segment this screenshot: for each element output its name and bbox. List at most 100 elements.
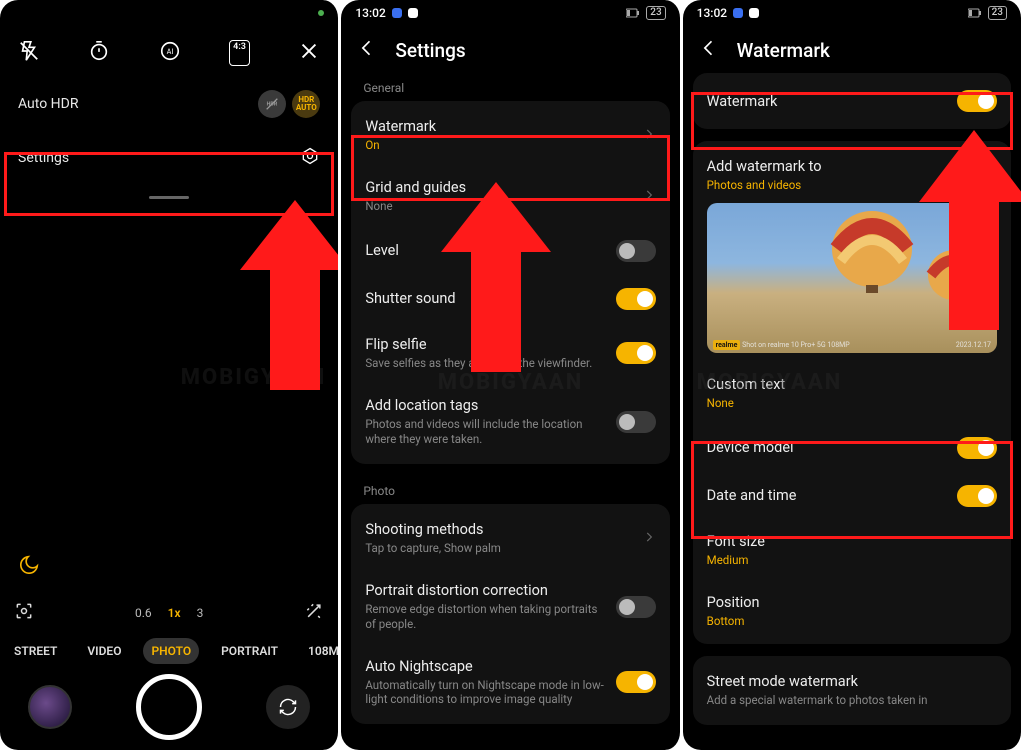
mode-video[interactable]: VIDEO: [79, 638, 129, 664]
zoom-0.6[interactable]: 0.6: [135, 606, 152, 620]
row-location-tags[interactable]: Add location tags Photos and videos will…: [351, 384, 669, 460]
toggle-level[interactable]: [616, 240, 656, 262]
row-sub: On: [365, 138, 631, 153]
aspect-ratio-button[interactable]: 4:3: [229, 40, 250, 66]
status-bar: 13:02 23: [341, 0, 679, 26]
drag-handle-icon[interactable]: [149, 196, 189, 199]
page-title: Settings: [395, 39, 465, 62]
row-sub: Automatically turn on Nightscape mode in…: [365, 678, 605, 708]
chevron-right-icon: [642, 187, 656, 206]
row-title: Watermark: [365, 118, 631, 135]
toggle-location[interactable]: [616, 411, 656, 433]
row-title: Portrait distortion correction: [365, 582, 605, 599]
row-position[interactable]: Position Bottom: [693, 581, 1011, 642]
row-title: Shooting methods: [365, 521, 631, 538]
mode-photo[interactable]: PHOTO: [143, 638, 199, 664]
switch-camera-button[interactable]: [266, 685, 310, 729]
row-shooting-methods[interactable]: Shooting methods Tap to capture, Show pa…: [351, 508, 669, 569]
row-sub: Save selfies as they appear in the viewf…: [365, 356, 605, 371]
status-time: 13:02: [697, 6, 727, 20]
toggle-shutter[interactable]: [616, 288, 656, 310]
toggle-nightscape[interactable]: [616, 671, 656, 693]
battery-icon: [626, 8, 640, 18]
flash-off-icon[interactable]: [18, 40, 40, 66]
preview-watermark-date: 2023.12.17: [956, 341, 991, 349]
annotation-arrow-settings: [240, 200, 341, 390]
auto-hdr-label: Auto HDR: [18, 96, 78, 112]
row-sub: Photos and videos: [707, 178, 987, 193]
timer-icon[interactable]: [88, 40, 110, 66]
row-watermark[interactable]: Watermark On: [351, 105, 669, 166]
hdr-chips: HDR HDR AUTO: [258, 90, 320, 118]
gallery-thumbnail[interactable]: [28, 685, 72, 729]
battery-percent: 23: [646, 6, 665, 20]
row-title: Watermark: [707, 93, 947, 110]
row-nightscape[interactable]: Auto Nightscape Automatically turn on Ni…: [351, 645, 669, 721]
row-title: Street mode watermark: [707, 673, 987, 690]
toggle-flip[interactable]: [616, 342, 656, 364]
toggle-device-model[interactable]: [957, 437, 997, 459]
preview-watermark-text: Shot on realme 10 Pro+ 5G 108MP: [742, 341, 850, 349]
row-sub: Tap to capture, Show palm: [365, 541, 631, 556]
status-dot-icon: [318, 10, 324, 16]
row-title: Add location tags: [365, 397, 605, 414]
zoom-levels[interactable]: 0.6 1x 3: [135, 606, 203, 620]
status-bar: 13:02 23: [683, 0, 1021, 26]
row-device-model[interactable]: Device model: [693, 424, 1011, 472]
chevron-right-icon: [642, 529, 656, 548]
row-sub: Bottom: [707, 614, 987, 629]
watermark-screen: 13:02 23 Watermark Watermark Add waterma…: [683, 0, 1024, 750]
row-title: Date and time: [707, 487, 947, 504]
row-title: Position: [707, 594, 987, 611]
mode-108m[interactable]: 108M: [300, 638, 341, 664]
settings-gear-icon[interactable]: [300, 146, 320, 170]
row-title: Device model: [707, 439, 947, 456]
back-arrow-icon[interactable]: [357, 38, 377, 63]
google-lens-icon[interactable]: [14, 601, 34, 624]
row-distortion[interactable]: Portrait distortion correction Remove ed…: [351, 569, 669, 645]
mode-portrait[interactable]: PORTRAIT: [213, 638, 286, 664]
toggle-distortion[interactable]: [616, 596, 656, 618]
zoom-3[interactable]: 3: [197, 606, 204, 620]
camera-top-toolbar: AI 4:3: [0, 26, 338, 74]
battery-icon: [968, 8, 982, 18]
settings-row[interactable]: Settings: [0, 124, 338, 192]
camera-modes[interactable]: STREET VIDEO PHOTO PORTRAIT 108M: [0, 638, 338, 664]
hdr-auto-chip[interactable]: HDR AUTO: [292, 90, 320, 118]
zoom-1x[interactable]: 1x: [168, 606, 181, 620]
row-grid[interactable]: Grid and guides None: [351, 166, 669, 227]
settings-screen: 13:02 23 Settings General Watermark On: [341, 0, 682, 750]
auto-hdr-row[interactable]: Auto HDR HDR HDR AUTO: [0, 74, 338, 124]
toggle-watermark[interactable]: [957, 90, 997, 112]
row-sub: Add a special watermark to photos taken …: [707, 693, 987, 708]
shutter-button[interactable]: [136, 674, 202, 740]
bg-watermark: MOBIGYAAN: [181, 365, 327, 390]
row-shutter-sound[interactable]: Shutter sound: [351, 275, 669, 323]
row-sub: None: [365, 199, 631, 214]
row-title: Add watermark to: [707, 158, 987, 175]
section-general: General: [351, 73, 669, 101]
close-icon[interactable]: [298, 40, 320, 66]
hdr-off-icon[interactable]: HDR: [258, 90, 286, 118]
mode-street[interactable]: STREET: [6, 638, 65, 664]
ai-icon[interactable]: AI: [159, 40, 181, 66]
row-date-time[interactable]: Date and time: [693, 472, 1011, 520]
row-street-watermark[interactable]: Street mode watermark Add a special wate…: [693, 660, 1011, 721]
bg-watermark: MOBIGYAAN: [697, 370, 843, 395]
row-title: Level: [365, 242, 605, 259]
back-arrow-icon[interactable]: [699, 38, 719, 63]
row-level[interactable]: Level: [351, 227, 669, 275]
row-sub: Photos and videos will include the locat…: [365, 417, 605, 447]
status-time: 13:02: [355, 6, 385, 20]
row-add-watermark-to[interactable]: Add watermark to Photos and videos: [693, 145, 1011, 197]
chevron-right-icon: [642, 126, 656, 145]
row-font-size[interactable]: Font size Medium: [693, 520, 1011, 581]
row-watermark-toggle[interactable]: Watermark: [693, 77, 1011, 125]
toggle-date-time[interactable]: [957, 485, 997, 507]
status-bar: [0, 0, 338, 26]
row-title: Grid and guides: [365, 179, 631, 196]
magic-wand-icon[interactable]: [304, 601, 324, 624]
page-header: Watermark: [683, 26, 1021, 73]
night-mode-icon[interactable]: [18, 554, 40, 580]
status-app-icon: [749, 8, 759, 18]
